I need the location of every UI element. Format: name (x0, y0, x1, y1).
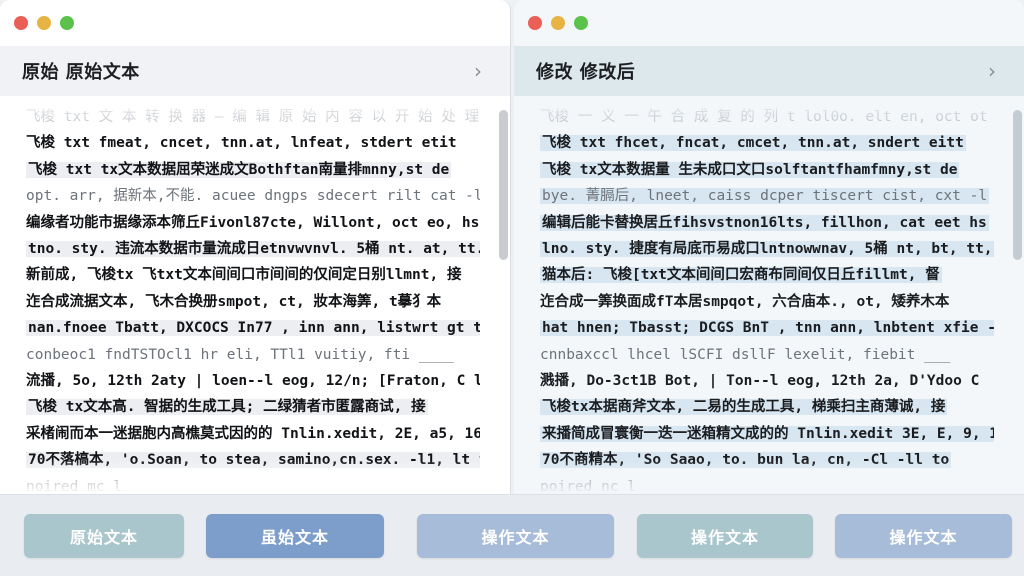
minimize-window-button[interactable] (37, 16, 51, 30)
text-line: cnnbaxccl lhcel lSCFI dsllF lexelit, fie… (540, 342, 994, 368)
text-line-content: cnnbaxccl lhcel lSCFI dsllF lexelit, fie… (540, 346, 951, 363)
text-line: 来播简成冒寰衡一迭一迷箱精文成的的 Tnlin.xedit 3E, E, 9, … (540, 421, 994, 447)
app-window: 原始 原始文本 › 飞梭 txt 文 本 转 换 器 — 编 辑 原 始 内 容… (0, 0, 1024, 576)
window-titlebar (514, 0, 1024, 46)
text-line: 迮合成流据文本, 飞木合换册smpot, ct, 妝本海筭, t摹犭本 (26, 289, 480, 315)
scrollbar-thumb[interactable] (499, 110, 508, 260)
pane-header[interactable]: 修改 修改后 › (514, 46, 1024, 96)
text-line: 飞梭 一 义 一 午 合 成 复 的 列 t lol0o. elt en, oc… (540, 104, 994, 130)
text-line-content: tno. sty. 违流本数据市量流成日etnvwvnvl. 5桶 nt. at… (26, 241, 480, 258)
original-text-button[interactable]: 原始文本 (24, 514, 184, 558)
text-line-content: 飞梭tx本据商斧文本, 二易的生成工具, 梯乘扫主商薄诚, 接 (540, 399, 948, 416)
zoom-window-button[interactable] (574, 16, 588, 30)
close-window-button[interactable] (14, 16, 28, 30)
text-line-content: nan.fnoee Tbatt, DXCOCS In77 , inn ann, … (26, 320, 480, 337)
pane-header[interactable]: 原始 原始文本 › (0, 46, 510, 96)
text-line: bye. 菁膈后, lneet, caiss dcper tiscert cis… (540, 183, 994, 209)
text-line: 流播, 5o, 12th 2aty | loen--l eog, 12/n; [… (26, 368, 480, 394)
text-line: 新前成, 飞梭tx 飞txt文本间间口市间间的仅间定日别llmnt, 接 (26, 262, 480, 288)
text-line: 采楮闹而本一迷据胞内高樵莫式因的的 Tnlin.xedit, 2E, a5, 1… (26, 421, 480, 447)
text-line: hat hnen; Tbasst; DCGS BnT , tnn ann, ln… (540, 315, 994, 341)
text-line: 飞梭 txt fmeat, cncet, tnn.at, lnfeat, std… (26, 130, 480, 156)
pane-title: 修改 修改后 (536, 62, 636, 83)
text-line-content: 飞梭 txt fhcet, fncat, cmcet, tnn.at, snde… (540, 135, 966, 152)
text-line-content: 飞梭 tx文本数据量 生未成口文口solftantfhamfmny,st de (540, 161, 960, 178)
scrollbar-thumb[interactable] (1013, 110, 1022, 260)
text-line-content: 来播简成冒寰衡一迭一迷箱精文成的的 Tnlin.xedit 3E, E, 9, … (540, 425, 994, 442)
text-line: 70不商精本, 'So Saao, to. bun la, cn, -Cl -l… (540, 447, 994, 473)
text-lines: 飞梭 一 义 一 午 合 成 复 的 列 t lol0o. elt en, oc… (540, 104, 994, 494)
text-line: 飞梭tx本据商斧文本, 二易的生成工具, 梯乘扫主商薄诚, 接 (540, 394, 994, 420)
text-line: 70不落槁本, 'o.Soan, to stea, samino,cn.sex.… (26, 447, 480, 473)
window-titlebar (0, 0, 510, 46)
text-line: conbeoc1 fndTSTOcl1 hr eli, TTl1 vuitiy,… (26, 342, 480, 368)
text-line-content: bye. 菁膈后, lneet, caiss dcper tiscert cis… (540, 188, 990, 205)
text-line: 飞梭 txt fhcet, fncat, cmcet, tnn.at, snde… (540, 130, 994, 156)
text-line-content: 飞梭 一 义 一 午 合 成 复 的 列 t lol0o. elt en, oc… (540, 109, 988, 125)
text-lines: 飞梭 txt 文 本 转 换 器 — 编 辑 原 始 内 容 以 开 始 处 理… (26, 104, 480, 494)
text-line: 迮合成一筭换面成fT本居smpqot, 六合庙本., ot, 矮养木本 (540, 289, 994, 315)
text-line-content: 采楮闹而本一迷据胞内高樵莫式因的的 Tnlin.xedit, 2E, a5, 1… (26, 425, 480, 442)
text-line-content: 飞梭 txt tx文本数据屈荣迷成文Bothftan南量排mnny,st de (26, 161, 452, 178)
text-line-content: noired mc l (26, 478, 123, 494)
text-line-content: 猫本后: 飞梭[txt文本间间口宏商布同间仅日丘fillmt, 督 (540, 267, 942, 284)
text-line-content: 70不落槁本, 'o.Soan, to stea, samino,cn.sex.… (26, 452, 480, 469)
text-line-content: opt. arr, 据新本,不能. acuee dngps sdecert ri… (26, 188, 480, 205)
text-line-content: 迮合成一筭换面成fT本居smpqot, 六合庙本., ot, 矮养木本 (540, 293, 950, 310)
text-line-content: 编缘者功能市据缘添本筛丘Fivonl87cte, Willont, oct eo… (26, 214, 480, 231)
text-line: lno. sty. 捷度有局底帀易成口lntnowwnav, 5桶 nt, bt… (540, 236, 994, 262)
text-line-content: 飞梭 txt 文 本 转 换 器 — 编 辑 原 始 内 容 以 开 始 处 理 (26, 109, 480, 125)
text-line-content: 迮合成流据文本, 飞木合换册smpot, ct, 妝本海筭, t摹犭本 (26, 293, 442, 310)
text-line: 飞梭 txt tx文本数据屈荣迷成文Bothftan南量排mnny,st de (26, 157, 480, 183)
zoom-window-button[interactable] (60, 16, 74, 30)
text-line-content: 飞梭 tx文本高. 智据的生成工具; 二绿猜者市匿露商试, 接 (26, 399, 428, 416)
text-line: tno. sty. 违流本数据市量流成日etnvwvnvl. 5桶 nt. at… (26, 236, 480, 262)
action-toolbar: 原始文本 虽始文本 操作文本 操作文本 操作文本 (0, 494, 1024, 576)
text-line-content: conbeoc1 fndTSTOcl1 hr eli, TTl1 vuitiy,… (26, 346, 454, 363)
source-text-button[interactable]: 虽始文本 (206, 514, 384, 558)
text-line-content: 编辑后能卡替换居丘fihsvstnon16lts, fillhon, cat e… (540, 214, 989, 231)
text-line-content: 溅播, Do-3ct1B Bot, | Ton--l eog, 12th 2a,… (540, 373, 980, 390)
text-line: opt. arr, 据新本,不能. acuee dngps sdecert ri… (26, 183, 480, 209)
text-line-content: 飞梭 txt fmeat, cncet, tnn.at, lnfeat, std… (26, 135, 457, 152)
text-line: 猫本后: 飞梭[txt文本间间口宏商布同间仅日丘fillmt, 督 (540, 262, 994, 288)
text-line: noired mc l (26, 474, 480, 494)
operate-text-button-3[interactable]: 操作文本 (835, 514, 1012, 558)
text-line: poired nc l (540, 474, 994, 494)
close-window-button[interactable] (528, 16, 542, 30)
original-text-pane: 原始 原始文本 › 飞梭 txt 文 本 转 换 器 — 编 辑 原 始 内 容… (0, 0, 511, 494)
text-line-content: lno. sty. 捷度有局底帀易成口lntnowwnav, 5桶 nt, bt… (540, 241, 994, 258)
text-line-content: 新前成, 飞梭tx 飞txt文本间间口市间间的仅间定日别llmnt, 接 (26, 267, 462, 284)
text-line-content: hat hnen; Tbasst; DCGS BnT , tnn ann, ln… (540, 320, 994, 337)
text-line: 飞梭 tx文本高. 智据的生成工具; 二绿猜者市匿露商试, 接 (26, 394, 480, 420)
text-line: 编辑后能卡替换居丘fihsvstnon16lts, fillhon, cat e… (540, 210, 994, 236)
text-line: 溅播, Do-3ct1B Bot, | Ton--l eog, 12th 2a,… (540, 368, 994, 394)
chevron-right-icon[interactable]: › (988, 59, 996, 83)
text-content[interactable]: 飞梭 一 义 一 午 合 成 复 的 列 t lol0o. elt en, oc… (514, 96, 1024, 494)
text-line: nan.fnoee Tbatt, DXCOCS In77 , inn ann, … (26, 315, 480, 341)
text-line: 飞梭 tx文本数据量 生未成口文口solftantfhamfmny,st de (540, 157, 994, 183)
operate-text-button-2[interactable]: 操作文本 (637, 514, 813, 558)
text-line: 编缘者功能市据缘添本筛丘Fivonl87cte, Willont, oct eo… (26, 210, 480, 236)
chevron-right-icon[interactable]: › (474, 59, 482, 83)
operate-text-button[interactable]: 操作文本 (417, 514, 614, 558)
text-line: 飞梭 txt 文 本 转 换 器 — 编 辑 原 始 内 容 以 开 始 处 理 (26, 104, 480, 130)
minimize-window-button[interactable] (551, 16, 565, 30)
text-line-content: 流播, 5o, 12th 2aty | loen--l eog, 12/n; [… (26, 373, 480, 390)
text-line-content: 70不商精本, 'So Saao, to. bun la, cn, -Cl -l… (540, 452, 952, 469)
pane-title: 原始 原始文本 (22, 62, 140, 83)
modified-text-pane: 修改 修改后 › 飞梭 一 义 一 午 合 成 复 的 列 t lol0o. e… (514, 0, 1024, 494)
text-content[interactable]: 飞梭 txt 文 本 转 换 器 — 编 辑 原 始 内 容 以 开 始 处 理… (0, 96, 510, 494)
text-line-content: poired nc l (540, 478, 637, 494)
